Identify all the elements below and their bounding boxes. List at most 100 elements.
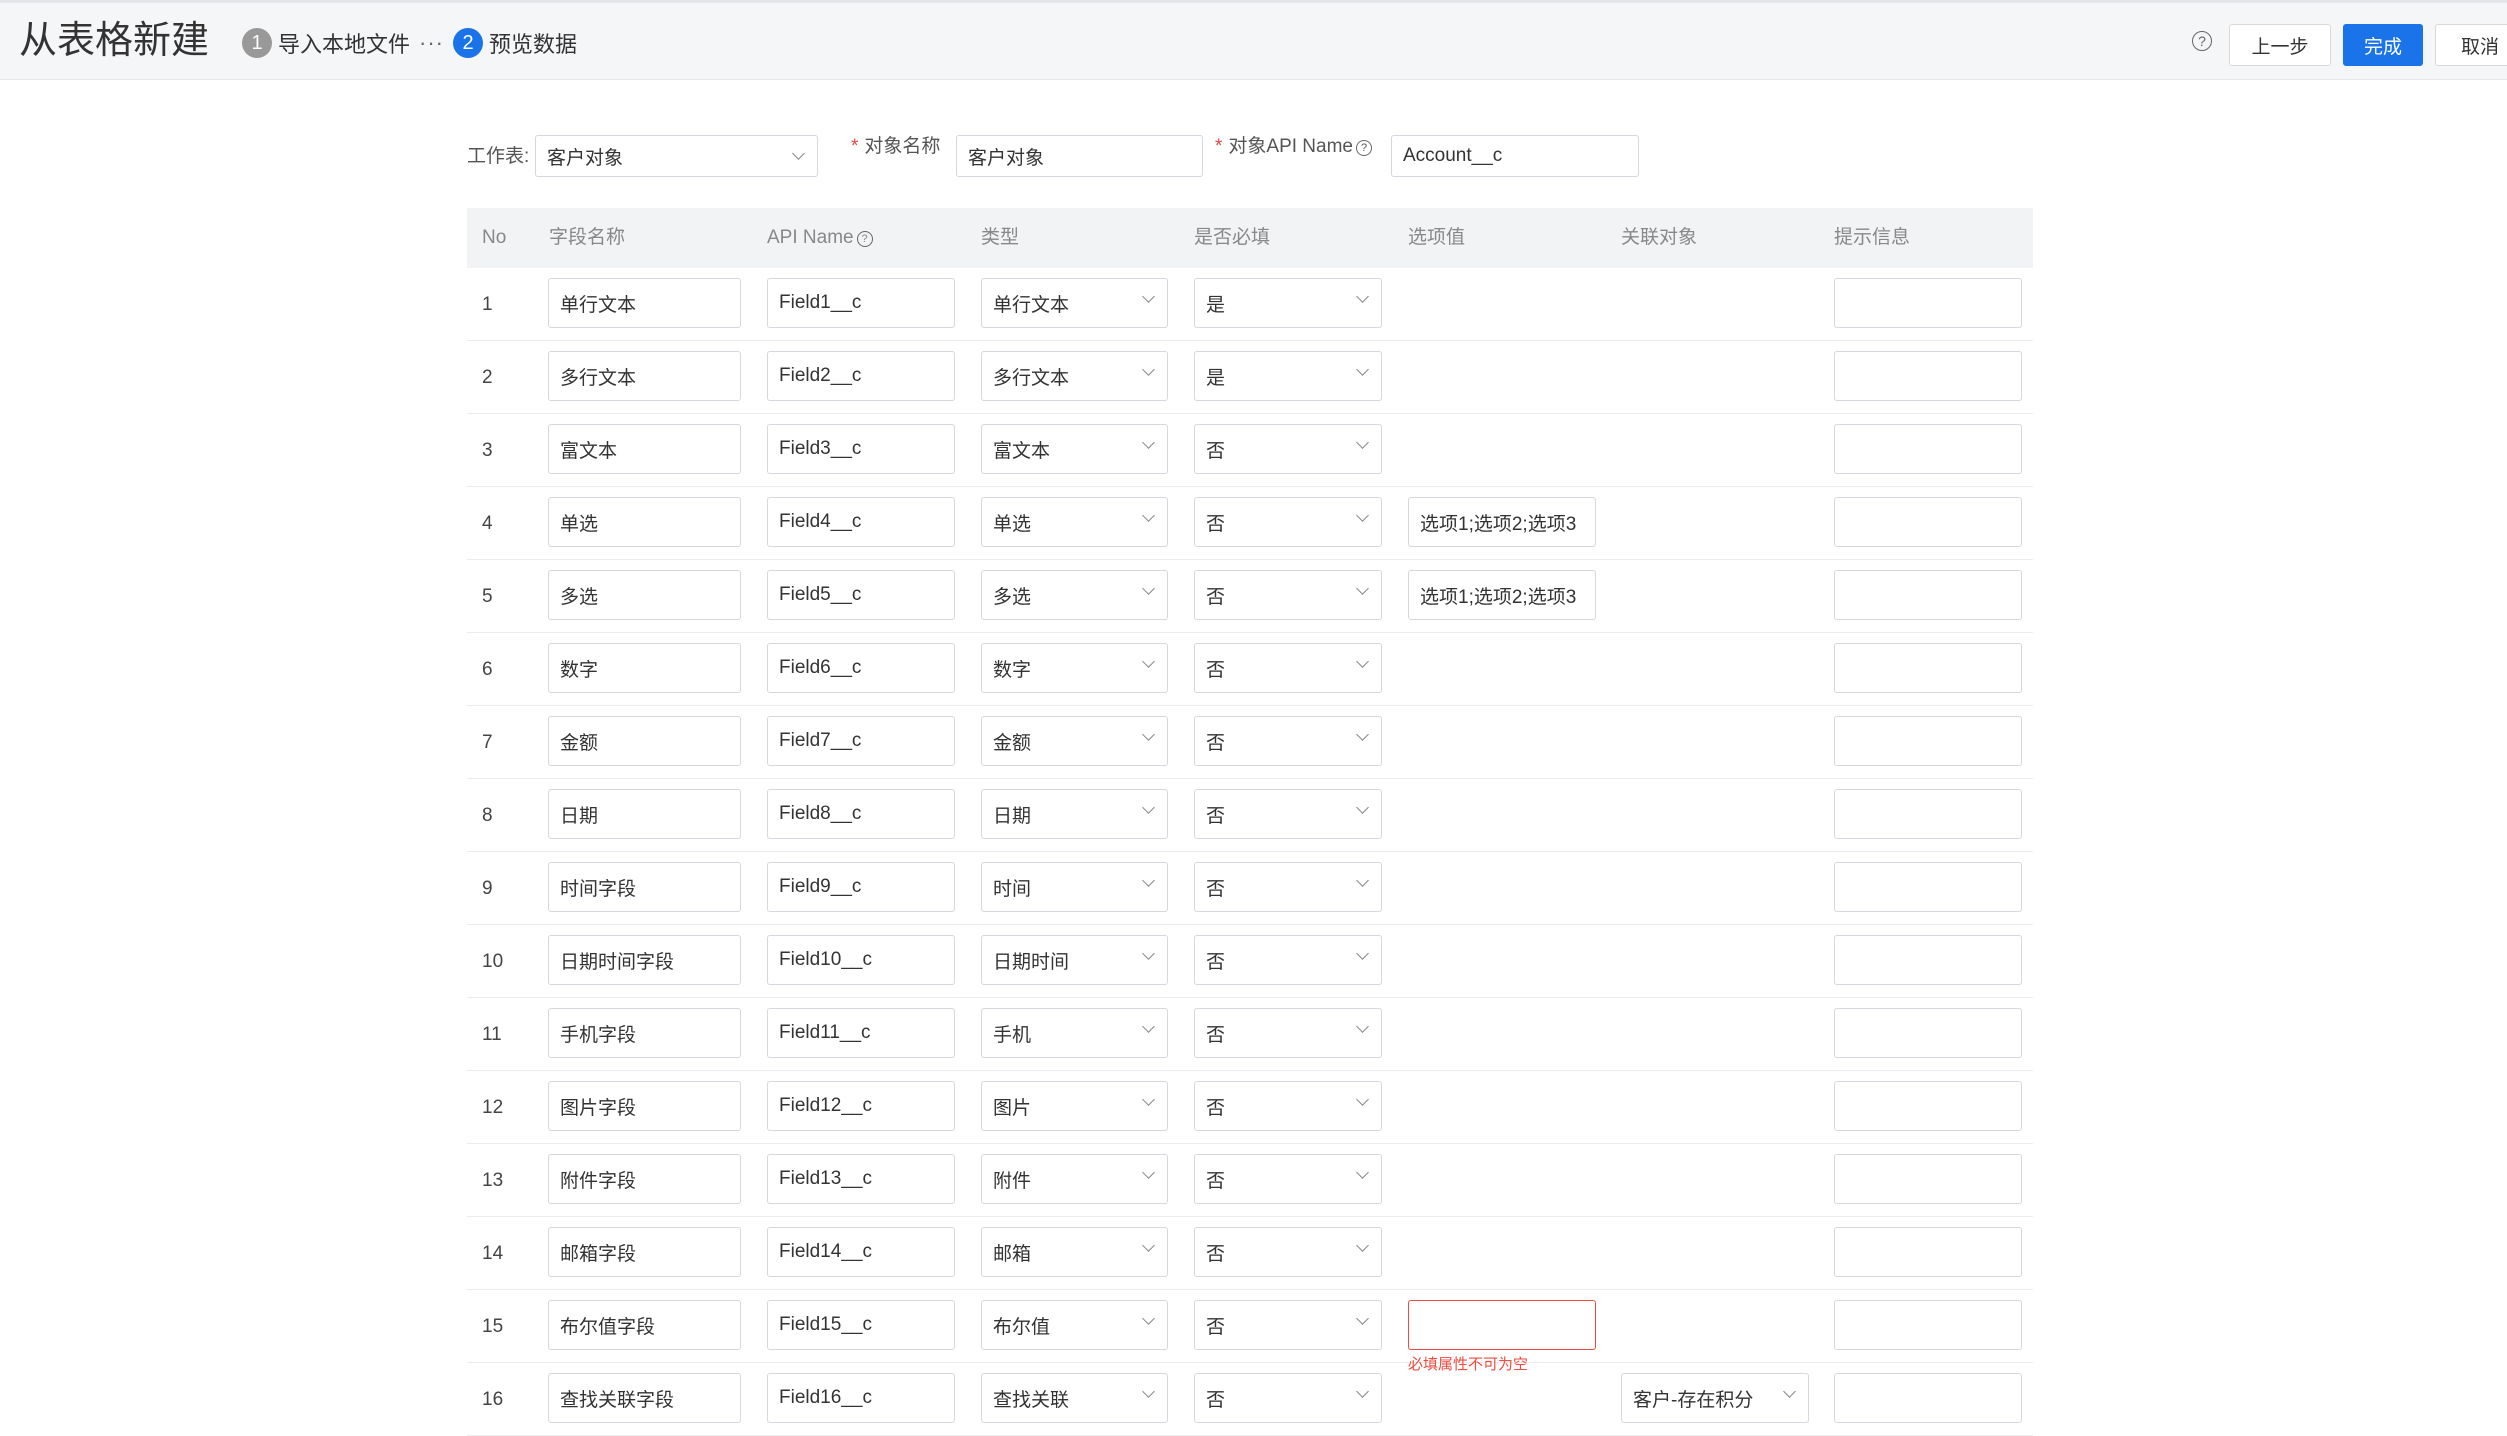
field-name-input[interactable]: 图片字段 (548, 1081, 741, 1131)
previous-step-button[interactable]: 上一步 (2229, 24, 2331, 66)
sheet-select[interactable]: 客户对象 (535, 135, 818, 177)
hint-input[interactable] (1834, 862, 2022, 912)
api-name-input[interactable]: Field4__c (767, 497, 955, 547)
api-name-input[interactable]: Field13__c (767, 1154, 955, 1204)
field-name-input[interactable]: 布尔值字段 (548, 1300, 741, 1350)
required-select[interactable]: 否 (1194, 1373, 1382, 1423)
field-name-input[interactable]: 富文本 (548, 424, 741, 474)
required-select[interactable]: 否 (1194, 716, 1382, 766)
type-select[interactable]: 单选 (981, 497, 1168, 547)
api-name-input[interactable]: Field1__c (767, 278, 955, 328)
hint-input[interactable] (1834, 789, 2022, 839)
type-select[interactable]: 手机 (981, 1008, 1168, 1058)
field-name-input[interactable]: 时间字段 (548, 862, 741, 912)
hint-input[interactable] (1834, 278, 2022, 328)
step-preview-data: 2 预览数据 (453, 27, 577, 59)
related-object-select[interactable]: 客户-存在积分 (1621, 1373, 1809, 1423)
required-select[interactable]: 否 (1194, 1008, 1382, 1058)
hint-input[interactable] (1834, 1081, 2022, 1131)
type-select[interactable]: 日期时间 (981, 935, 1168, 985)
field-name-input[interactable]: 单行文本 (548, 278, 741, 328)
options-input[interactable]: 选项1;选项2;选项3 (1408, 497, 1596, 547)
required-select[interactable]: 否 (1194, 497, 1382, 547)
type-select[interactable]: 布尔值 (981, 1300, 1168, 1350)
api-name-input[interactable]: Field6__c (767, 643, 955, 693)
type-select[interactable]: 附件 (981, 1154, 1168, 1204)
required-select[interactable]: 是 (1194, 278, 1382, 328)
api-name-input[interactable]: Field7__c (767, 716, 955, 766)
hint-input[interactable] (1834, 1154, 2022, 1204)
api-name-input[interactable]: Field15__c (767, 1300, 955, 1350)
hint-input[interactable] (1834, 570, 2022, 620)
api-name-input[interactable]: Field8__c (767, 789, 955, 839)
table-row: 12 图片字段 Field12__c 图片 否 (467, 1071, 2033, 1144)
cancel-button[interactable]: 取消 (2435, 24, 2507, 66)
required-select[interactable]: 否 (1194, 1154, 1382, 1204)
type-select[interactable]: 邮箱 (981, 1227, 1168, 1277)
field-name-input[interactable]: 数字 (548, 643, 741, 693)
api-name-input[interactable]: Field16__c (767, 1373, 955, 1423)
type-select[interactable]: 多选 (981, 570, 1168, 620)
type-select[interactable]: 富文本 (981, 424, 1168, 474)
type-select[interactable]: 日期 (981, 789, 1168, 839)
required-select[interactable]: 否 (1194, 570, 1382, 620)
required-select[interactable]: 否 (1194, 1081, 1382, 1131)
hint-input[interactable] (1834, 1300, 2022, 1350)
field-name-input[interactable]: 日期时间字段 (548, 935, 741, 985)
hint-input[interactable] (1834, 1227, 2022, 1277)
field-name-input[interactable]: 邮箱字段 (548, 1227, 741, 1277)
required-select[interactable]: 否 (1194, 789, 1382, 839)
field-name-input[interactable]: 多行文本 (548, 351, 741, 401)
api-name-input[interactable]: Field9__c (767, 862, 955, 912)
options-input[interactable]: 选项1;选项2;选项3 (1408, 570, 1596, 620)
hint-input[interactable] (1834, 716, 2022, 766)
api-name-input[interactable]: Field5__c (767, 570, 955, 620)
type-select[interactable]: 数字 (981, 643, 1168, 693)
hint-input[interactable] (1834, 935, 2022, 985)
help-icon[interactable]: ? (1356, 140, 1372, 156)
api-name-input[interactable]: Field11__c (767, 1008, 955, 1058)
field-name-input[interactable]: 日期 (548, 789, 741, 839)
required-select[interactable]: 是 (1194, 351, 1382, 401)
field-name-input[interactable]: 查找关联字段 (548, 1373, 741, 1423)
type-select[interactable]: 金额 (981, 716, 1168, 766)
hint-input[interactable] (1834, 424, 2022, 474)
type-select[interactable]: 时间 (981, 862, 1168, 912)
api-name-input[interactable]: Field3__c (767, 424, 955, 474)
type-select-value: 多选 (993, 586, 1032, 608)
required-select[interactable]: 否 (1194, 862, 1382, 912)
hint-input[interactable] (1834, 643, 2022, 693)
field-name-input[interactable]: 手机字段 (548, 1008, 741, 1058)
required-select[interactable]: 否 (1194, 643, 1382, 693)
api-name-input[interactable]: Field10__c (767, 935, 955, 985)
field-name-input[interactable]: 多选 (548, 570, 741, 620)
field-name-input[interactable]: 单选 (548, 497, 741, 547)
help-icon[interactable]: ? (2192, 31, 2212, 51)
api-name-input[interactable]: Field14__c (767, 1227, 955, 1277)
hint-input[interactable] (1834, 351, 2022, 401)
object-name-input[interactable]: 客户对象 (956, 135, 1203, 177)
required-select[interactable]: 否 (1194, 935, 1382, 985)
required-select[interactable]: 否 (1194, 1227, 1382, 1277)
hint-input[interactable] (1834, 1008, 2022, 1058)
column-header-type: 类型 (981, 227, 1020, 248)
required-select-value: 是 (1206, 367, 1226, 389)
api-name-input[interactable]: Field2__c (767, 351, 955, 401)
type-select[interactable]: 单行文本 (981, 278, 1168, 328)
done-button[interactable]: 完成 (2343, 24, 2423, 66)
field-name-input[interactable]: 附件字段 (548, 1154, 741, 1204)
api-name-value: Field5__c (779, 584, 862, 605)
type-select[interactable]: 多行文本 (981, 351, 1168, 401)
page-title: 从表格新建 (19, 20, 210, 62)
required-select[interactable]: 否 (1194, 424, 1382, 474)
api-name-input[interactable]: Field12__c (767, 1081, 955, 1131)
field-name-input[interactable]: 金额 (548, 716, 741, 766)
hint-input[interactable] (1834, 1373, 2022, 1423)
type-select[interactable]: 查找关联 (981, 1373, 1168, 1423)
help-icon[interactable]: ? (856, 231, 873, 247)
type-select[interactable]: 图片 (981, 1081, 1168, 1131)
hint-input[interactable] (1834, 497, 2022, 547)
required-select[interactable]: 否 (1194, 1300, 1382, 1350)
options-input[interactable] (1408, 1300, 1596, 1350)
object-api-name-input[interactable]: Account__c (1391, 135, 1639, 177)
